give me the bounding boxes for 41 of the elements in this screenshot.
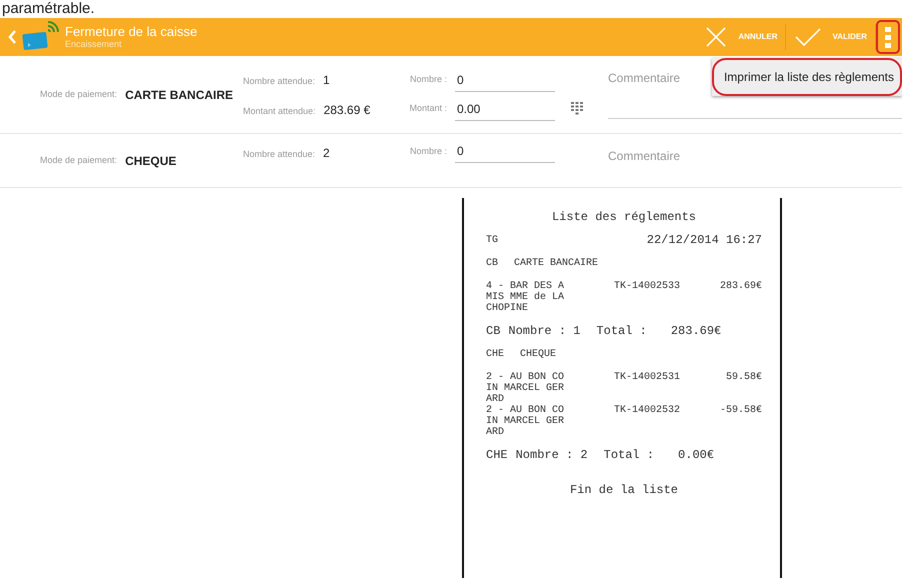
receipt-ticket: TK-14002532 bbox=[614, 405, 682, 418]
receipt-group-name: CHEQUE bbox=[520, 349, 556, 360]
receipt-ticket: TK-14002533 bbox=[614, 281, 682, 294]
receipt-code: CB bbox=[486, 258, 498, 269]
receipt-code: CHE bbox=[486, 450, 508, 461]
receipt-code: CB bbox=[486, 326, 500, 337]
receipt-ticket: TK-14002531 bbox=[614, 372, 682, 385]
receipt-client: 2 - AU BON CO IN MARCEL GER ARD bbox=[486, 405, 566, 438]
receipt-count: Nombre : 1 bbox=[508, 326, 580, 337]
receipt-group-name: CARTE BANCAIRE bbox=[514, 258, 598, 269]
caption-text: paramétrable. bbox=[1, 0, 96, 18]
receipt-total: 0.00€ bbox=[678, 450, 714, 461]
expected-value: 283.69 € bbox=[324, 102, 370, 118]
receipt-code: CHE bbox=[486, 349, 504, 360]
receipt-amount: -59.58€ bbox=[718, 405, 762, 418]
receipt-total: 283.69€ bbox=[670, 326, 722, 337]
screen-title: Fermeture de la caisse bbox=[65, 24, 198, 38]
field-label: Nombre attendue: bbox=[243, 148, 316, 161]
field-label: Mode de paiement: bbox=[40, 154, 118, 167]
receipt-datetime: 22/12/2014 16:27 bbox=[646, 235, 762, 246]
expected-value: 1 bbox=[323, 72, 330, 88]
screen-subtitle: Encaissement bbox=[65, 38, 123, 50]
receipt-amount: 283.69€ bbox=[718, 281, 762, 294]
receipt-total-label: Total : bbox=[604, 450, 654, 461]
payment-mode: CARTE BANCAIRE bbox=[125, 86, 234, 104]
receipt-terminal: TG bbox=[486, 235, 498, 246]
receipt-count: Nombre : 2 bbox=[516, 450, 588, 461]
expected-value: 2 bbox=[323, 145, 330, 162]
field-label: Montant attendue: bbox=[243, 104, 316, 118]
receipt-client: 2 - AU BON CO IN MARCEL GER ARD bbox=[486, 372, 566, 405]
receipt-total-label: Total : bbox=[596, 326, 647, 337]
field-label: Mode de paiement: bbox=[40, 88, 118, 101]
receipt-amount: 59.58€ bbox=[724, 372, 762, 385]
field-label: Nombre : bbox=[408, 73, 447, 86]
field-label: Montant : bbox=[408, 102, 447, 116]
receipt-title: Liste des réglements bbox=[550, 212, 698, 223]
receipt-footer: Fin de la liste bbox=[486, 485, 762, 496]
receipt-client: 4 - BAR DES A MIS MME de LA CHOPINE bbox=[486, 281, 566, 314]
payment-mode: CHEQUE bbox=[125, 152, 176, 170]
field-label: Nombre attendue: bbox=[243, 74, 316, 88]
field-label: Nombre : bbox=[408, 144, 447, 158]
